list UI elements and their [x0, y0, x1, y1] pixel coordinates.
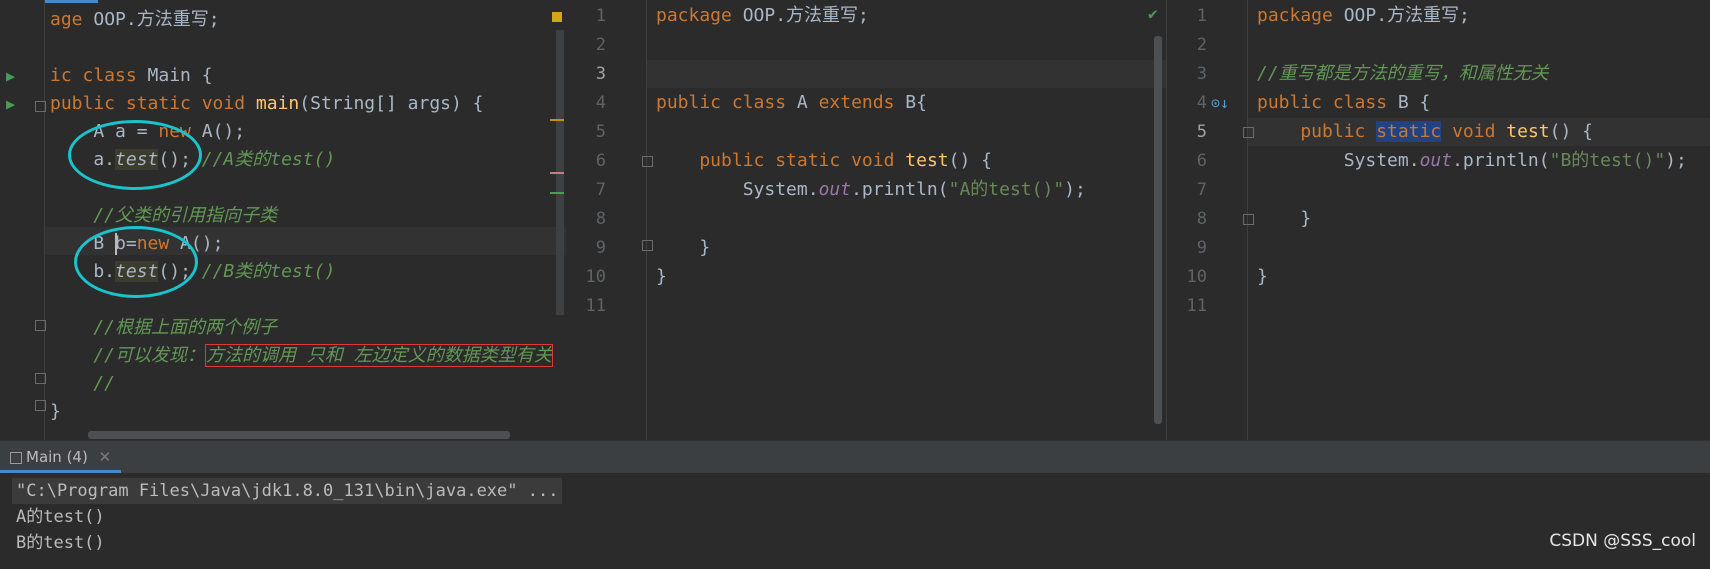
fold-marker-icon[interactable]	[35, 400, 46, 411]
selected-keyword: static	[1376, 121, 1442, 142]
line-number: 9	[1196, 238, 1207, 258]
fold-marker-icon[interactable]	[35, 320, 46, 331]
watermark: CSDN @SSS_cool	[1549, 531, 1696, 551]
code-line: }	[656, 237, 711, 258]
code-line: }	[50, 401, 61, 422]
line-number: 3	[595, 64, 606, 84]
code-line: //可以发现：方法的调用 只和 左边定义的数据类型有关	[50, 344, 553, 367]
code-line: package OOP.方法重写;	[1257, 5, 1470, 26]
fold-marker-icon[interactable]	[642, 156, 653, 167]
line-number: 7	[595, 180, 606, 200]
code-line: package OOP.方法重写;	[656, 5, 869, 26]
warning-marker-icon[interactable]	[552, 12, 562, 22]
scroll-marker	[550, 119, 564, 121]
line-number: 8	[1196, 209, 1207, 229]
run-console[interactable]: Main (4) ✕ "C:\Program Files\Java\jdk1.8…	[0, 440, 1710, 569]
line-number: 3	[1196, 64, 1207, 84]
left-code-area[interactable]: age OOP.方法重写; ic class Main { public sta…	[50, 0, 556, 440]
scroll-marker	[550, 172, 564, 174]
line-number: 2	[595, 35, 606, 55]
annotation-circle	[74, 226, 198, 298]
line-number: 9	[595, 238, 606, 258]
code-line: public class A extends B{	[656, 92, 927, 113]
line-number: 6	[1196, 151, 1207, 171]
inspection-ok-icon[interactable]: ✔	[1148, 4, 1158, 23]
line-number: 5	[595, 122, 606, 142]
console-output-line: A的test()	[16, 507, 105, 527]
line-number: 11	[1186, 296, 1207, 316]
right-editor[interactable]: ⊙↓ 1 2 3 4 5 6 7 8 9 10 11 package OOP.方…	[1166, 0, 1710, 440]
code-line: }	[1257, 266, 1268, 287]
left-editor[interactable]: ▶ ▶ age OOP.方法重写; ic class Main { public…	[0, 0, 566, 440]
console-icon	[10, 451, 22, 464]
code-line: public static void test() {	[656, 150, 992, 171]
code-line: }	[656, 266, 667, 287]
line-number: 4	[595, 93, 606, 113]
horizontal-scrollbar[interactable]	[88, 431, 510, 439]
fold-marker-icon[interactable]	[1243, 214, 1254, 225]
right-code-area[interactable]: package OOP.方法重写; //重写都是方法的重写，和属性无关 publ…	[1257, 0, 1710, 440]
code-line: //	[50, 373, 116, 394]
line-number: 10	[1186, 267, 1207, 287]
code-line: age OOP.方法重写;	[50, 9, 220, 30]
code-line: //重写都是方法的重写，和属性无关	[1257, 63, 1549, 84]
code-line: public static void test() {	[1257, 121, 1594, 142]
fold-marker-icon[interactable]	[35, 101, 46, 112]
console-command-line: "C:\Program Files\Java\jdk1.8.0_131\bin\…	[12, 478, 563, 504]
console-tab-main[interactable]: Main (4) ✕	[0, 441, 122, 473]
code-line: ic class Main {	[50, 65, 213, 86]
line-number: 11	[585, 296, 606, 316]
code-line: //根据上面的两个例子	[50, 317, 278, 338]
code-line: public class B {	[1257, 92, 1431, 113]
line-number: 1	[1196, 6, 1207, 26]
line-number: 4	[1196, 93, 1207, 113]
run-class-icon[interactable]: ▶	[6, 67, 15, 85]
fold-marker-icon[interactable]	[642, 240, 653, 251]
vertical-scrollbar[interactable]	[1154, 36, 1162, 424]
code-line: }	[1257, 208, 1312, 229]
middle-editor[interactable]: 1 2 3 4 5 6 7 8 9 10 11 package OOP.方法重写…	[566, 0, 1166, 440]
line-number: 7	[1196, 180, 1207, 200]
console-tab-bar: Main (4) ✕	[0, 441, 1710, 473]
line-number: 10	[585, 267, 606, 287]
fold-marker-icon[interactable]	[35, 373, 46, 384]
console-output-line: B的test()	[16, 533, 105, 553]
run-main-icon[interactable]: ▶	[6, 95, 15, 113]
line-number: 5	[1196, 122, 1207, 142]
overridden-method-icon[interactable]: ⊙↓	[1211, 94, 1229, 112]
line-number: 8	[595, 209, 606, 229]
annotation-circle	[68, 120, 202, 190]
middle-code-area[interactable]: package OOP.方法重写; public class A extends…	[656, 0, 1146, 440]
code-line: System.out.println("B的test()");	[1257, 150, 1687, 171]
code-line: System.out.println("A的test()");	[656, 179, 1086, 200]
line-number: 2	[1196, 35, 1207, 55]
scroll-marker	[550, 192, 564, 194]
annotation-red-box: 方法的调用 只和 左边定义的数据类型有关	[205, 344, 553, 367]
code-line: public static void main(String[] args) {	[50, 93, 484, 114]
line-number: 6	[595, 151, 606, 171]
line-number: 1	[595, 6, 606, 26]
fold-marker-icon[interactable]	[1243, 127, 1254, 138]
close-icon[interactable]: ✕	[99, 448, 112, 466]
